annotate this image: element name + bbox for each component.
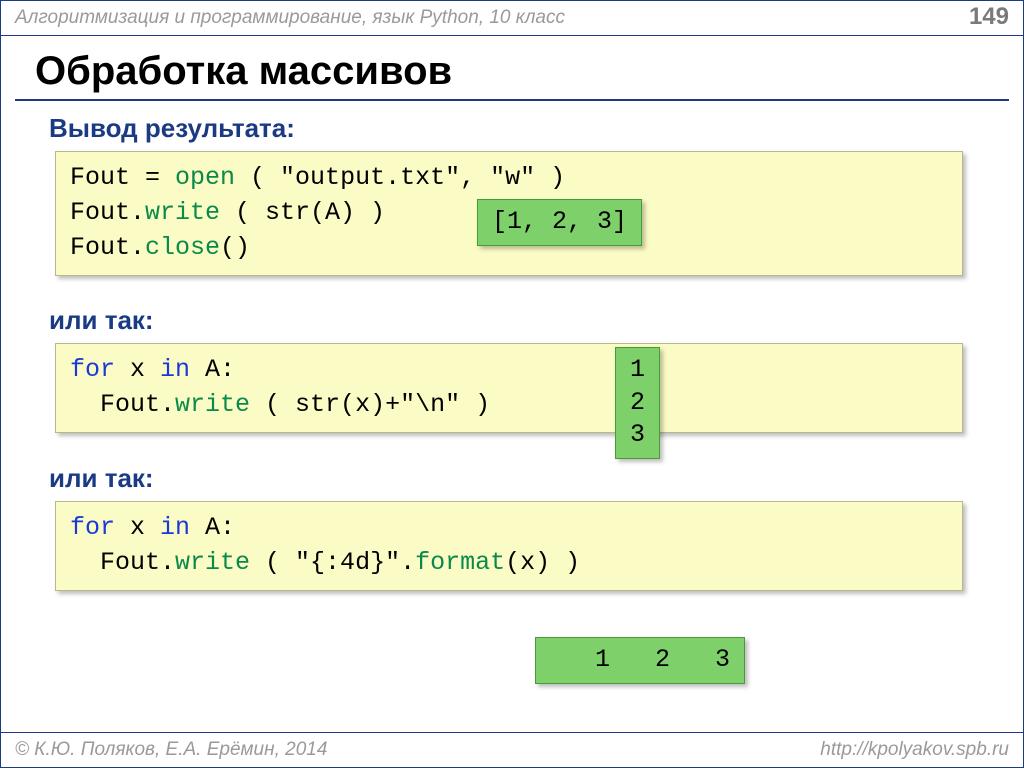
footer-url: http://kpolyakov.spb.ru	[820, 739, 1009, 761]
header-bar: Алгоритмизация и программирование, язык …	[1, 1, 1023, 36]
code-call-format: format	[415, 548, 505, 577]
code-call-open: open	[175, 163, 235, 192]
title-underline	[15, 99, 1009, 101]
footer-bar: © К.Ю. Поляков, Е.А. Ерёмин, 2014 http:/…	[1, 732, 1023, 767]
code-block-2: for x in A: Fout.write ( str(x)+"\n" )	[55, 343, 963, 433]
code-block-3: for x in A: Fout.write ( "{:4d}".format(…	[55, 501, 963, 591]
code-text: ( "output.txt", "w" )	[235, 163, 565, 192]
code-text: x	[115, 513, 160, 542]
code-call-write: write	[145, 198, 220, 227]
section1-heading: Вывод результата:	[49, 113, 295, 144]
breadcrumb: Алгоритмизация и программирование, язык …	[15, 7, 565, 29]
code-text: Fout.	[70, 548, 175, 577]
code-text: x	[115, 355, 160, 384]
code-text: ( "{:4d}".	[250, 548, 415, 577]
section2-heading: или так:	[49, 305, 154, 336]
footer-copyright: © К.Ю. Поляков, Е.А. Ерёмин, 2014	[15, 739, 327, 761]
code-call-close: close	[145, 233, 220, 262]
code-text: ()	[220, 233, 250, 262]
code-text: (x) )	[505, 548, 580, 577]
code-kw-in: in	[160, 513, 190, 542]
code-text: Fout.	[70, 390, 175, 419]
code-text: A:	[190, 355, 235, 384]
slide: Алгоритмизация и программирование, язык …	[0, 0, 1024, 768]
code-text: Fout.	[70, 198, 145, 227]
code-kw-for: for	[70, 513, 115, 542]
page-title: Обработка массивов	[35, 49, 452, 94]
section3-heading: или так:	[49, 463, 154, 494]
code-kw-for: for	[70, 355, 115, 384]
code-text: Fout.	[70, 233, 145, 262]
output-block-2: 1 2 3	[615, 347, 660, 459]
code-text: ( str(A) )	[220, 198, 385, 227]
output-block-1: [1, 2, 3]	[477, 199, 642, 246]
code-kw-in: in	[160, 355, 190, 384]
code-text: Fout =	[70, 163, 175, 192]
output-block-3: 1 2 3	[535, 637, 745, 684]
page-number: 149	[969, 3, 1009, 31]
code-call-write: write	[175, 390, 250, 419]
code-call-write: write	[175, 548, 250, 577]
code-text: ( str(x)+"\n" )	[250, 390, 490, 419]
code-text: A:	[190, 513, 235, 542]
